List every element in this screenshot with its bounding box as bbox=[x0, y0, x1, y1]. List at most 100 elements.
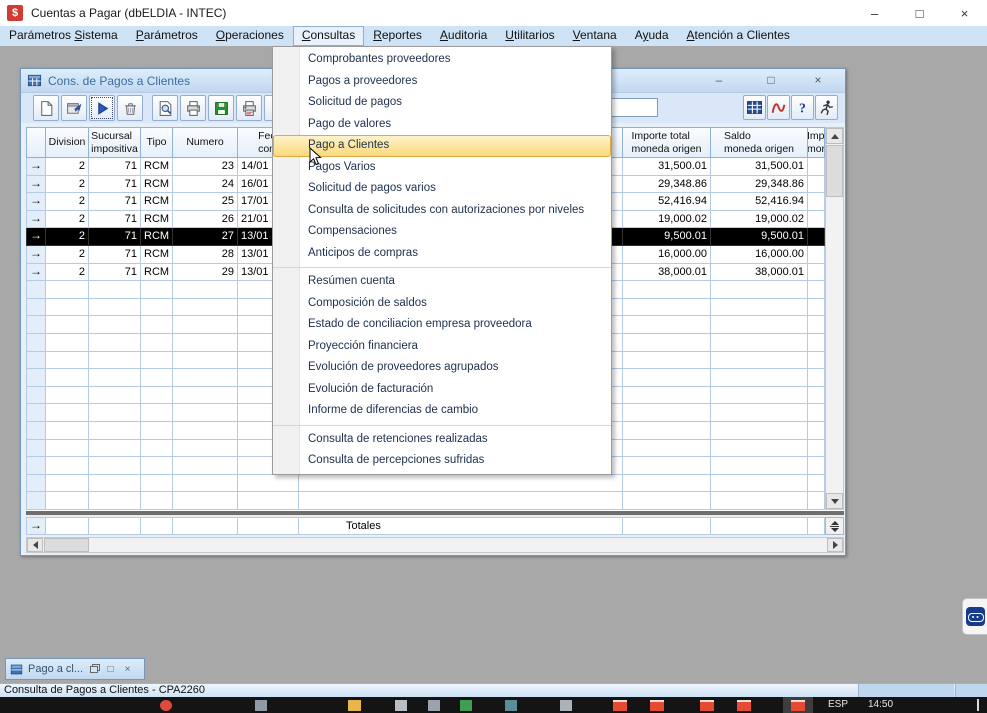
minimize-button[interactable]: – bbox=[852, 0, 897, 26]
menu-item[interactable]: Evolución de proveedores agrupados bbox=[273, 357, 611, 379]
exit-button[interactable] bbox=[815, 95, 838, 120]
menu-separator bbox=[273, 267, 611, 268]
menu-item[interactable]: Anticipos de compras bbox=[273, 243, 611, 265]
taskbar-language[interactable]: ESP bbox=[828, 699, 848, 710]
menu-item[interactable]: Consulta de solicitudes con autorizacion… bbox=[273, 200, 611, 222]
exit-icon bbox=[818, 99, 835, 116]
menu-item[interactable]: Pago de valores bbox=[273, 114, 611, 136]
close-button[interactable]: × bbox=[942, 0, 987, 26]
menu-item[interactable]: Estado de conciliacion empresa proveedor… bbox=[273, 314, 611, 336]
column-header-saldo: Saldomoneda origen bbox=[711, 127, 808, 158]
taskbar-icon[interactable] bbox=[560, 700, 572, 711]
scroll-left-button[interactable] bbox=[27, 538, 43, 552]
menu-item[interactable]: Consulta de retenciones realizadas bbox=[273, 429, 611, 451]
taskbar-icon[interactable] bbox=[737, 700, 751, 711]
taskbar-icon[interactable] bbox=[650, 700, 664, 711]
menu-item[interactable]: Composición de saldos bbox=[273, 293, 611, 315]
taskbar-icon[interactable] bbox=[613, 700, 627, 711]
menubar-item[interactable]: Consultas bbox=[293, 26, 364, 46]
menubar-item[interactable]: Ventana bbox=[564, 26, 626, 46]
minimized-window-icon bbox=[10, 663, 23, 676]
remote-control-side-button[interactable] bbox=[962, 598, 987, 635]
horizontal-scrollbar[interactable] bbox=[26, 537, 844, 553]
save-button[interactable] bbox=[208, 95, 234, 121]
print-color-button[interactable] bbox=[236, 95, 262, 121]
scroll-right-button[interactable] bbox=[827, 538, 843, 552]
run-button[interactable] bbox=[89, 95, 115, 121]
taskbar-icon[interactable] bbox=[428, 700, 440, 711]
column-header-sucursal: Sucursalimpositiva bbox=[89, 127, 141, 158]
taskbar-icon[interactable] bbox=[700, 700, 714, 711]
delete-button[interactable] bbox=[117, 95, 143, 121]
save-icon bbox=[213, 100, 230, 117]
minimized-window[interactable]: Pago a cl... □ × bbox=[5, 658, 145, 680]
triangle-down-icon bbox=[831, 499, 839, 504]
vertical-scrollbar[interactable] bbox=[825, 127, 844, 510]
spin-down-icon bbox=[831, 528, 839, 532]
menu-item[interactable]: Comprobantes proveedores bbox=[273, 49, 611, 71]
table-button[interactable] bbox=[743, 95, 766, 120]
new-document-button[interactable] bbox=[33, 95, 59, 121]
menu-item[interactable]: Solicitud de pagos varios bbox=[273, 178, 611, 200]
menubar-item[interactable]: Auditoria bbox=[431, 26, 496, 46]
taskbar-icon[interactable] bbox=[791, 700, 805, 711]
taskbar-icon[interactable] bbox=[395, 700, 407, 711]
minimized-close-button[interactable]: × bbox=[121, 664, 134, 675]
empty-row[interactable] bbox=[26, 492, 825, 510]
preview-button[interactable] bbox=[152, 95, 178, 121]
print-button[interactable] bbox=[180, 95, 206, 121]
mouse-cursor bbox=[309, 147, 322, 166]
taskbar-icon[interactable] bbox=[160, 700, 172, 711]
vertical-scroll-thumb[interactable] bbox=[826, 145, 843, 197]
taskbar-icon[interactable] bbox=[505, 700, 517, 711]
menu-item[interactable]: Informe de diferencias de cambio bbox=[273, 400, 611, 422]
menu-item[interactable]: Proyección financiera bbox=[273, 336, 611, 358]
menubar-item[interactable]: Parámetros Sistema bbox=[0, 26, 127, 46]
show-desktop-button[interactable] bbox=[977, 699, 979, 711]
taskbar-icon[interactable] bbox=[460, 700, 472, 711]
menu-item[interactable]: Resúmen cuenta bbox=[273, 271, 611, 293]
menu-item[interactable]: Pagos a proveedores bbox=[273, 71, 611, 93]
totals-spinner[interactable] bbox=[825, 517, 844, 535]
new-document-icon bbox=[38, 100, 55, 117]
taskbar-icon[interactable] bbox=[255, 700, 267, 711]
menubar-item[interactable]: Reportes bbox=[364, 26, 431, 46]
statusbar: Consulta de Pagos a Clientes - CPA2260 bbox=[0, 683, 987, 697]
menu-item[interactable]: Pagos Varios bbox=[273, 157, 611, 179]
triangle-left-icon bbox=[33, 541, 38, 549]
menu-item[interactable]: Compensaciones bbox=[273, 221, 611, 243]
child-minimize-button[interactable]: – bbox=[706, 72, 732, 89]
help-icon: ? bbox=[794, 99, 811, 116]
taskbar-clock[interactable]: 14:50 bbox=[868, 699, 893, 710]
spin-up-icon bbox=[831, 521, 839, 525]
column-header-marker bbox=[26, 127, 46, 158]
taskbar: ESP 14:50 bbox=[0, 697, 987, 713]
child-maximize-button[interactable]: □ bbox=[758, 72, 784, 89]
minimized-maximize-button[interactable]: □ bbox=[104, 664, 117, 675]
properties-button[interactable] bbox=[61, 95, 87, 121]
maximize-button[interactable]: □ bbox=[897, 0, 942, 26]
taskbar-icon[interactable] bbox=[348, 700, 361, 711]
child-close-button[interactable]: × bbox=[805, 72, 831, 89]
menubar-item[interactable]: Operaciones bbox=[207, 26, 293, 46]
scroll-up-button[interactable] bbox=[826, 128, 843, 144]
menubar: Parámetros SistemaParámetrosOperacionesC… bbox=[0, 26, 987, 46]
column-header-imp2: Impmor bbox=[808, 127, 825, 158]
menu-item[interactable]: Solicitud de pagos bbox=[273, 92, 611, 114]
horizontal-scroll-thumb[interactable] bbox=[44, 538, 89, 552]
scroll-down-button[interactable] bbox=[826, 493, 843, 509]
triangle-up-icon bbox=[831, 134, 839, 139]
help-button[interactable]: ? bbox=[791, 95, 814, 120]
menubar-item[interactable]: Utilitarios bbox=[496, 26, 563, 46]
menu-item[interactable]: Consulta de percepciones sufridas bbox=[273, 450, 611, 472]
minimized-restore-button[interactable] bbox=[87, 664, 100, 675]
app-title: Cuentas a Pagar (dbELDIA - INTEC) bbox=[31, 6, 226, 20]
empty-row[interactable] bbox=[26, 475, 825, 493]
menu-item[interactable]: Pago a Clientes bbox=[273, 135, 611, 157]
column-header-importe: Importe totalmoneda origen bbox=[623, 127, 711, 158]
graph-button[interactable] bbox=[767, 95, 790, 120]
menubar-item[interactable]: Parámetros bbox=[127, 26, 207, 46]
menubar-item[interactable]: Ayuda bbox=[626, 26, 678, 46]
menu-item[interactable]: Evolución de facturación bbox=[273, 379, 611, 401]
menubar-item[interactable]: Atención a Clientes bbox=[678, 26, 799, 46]
